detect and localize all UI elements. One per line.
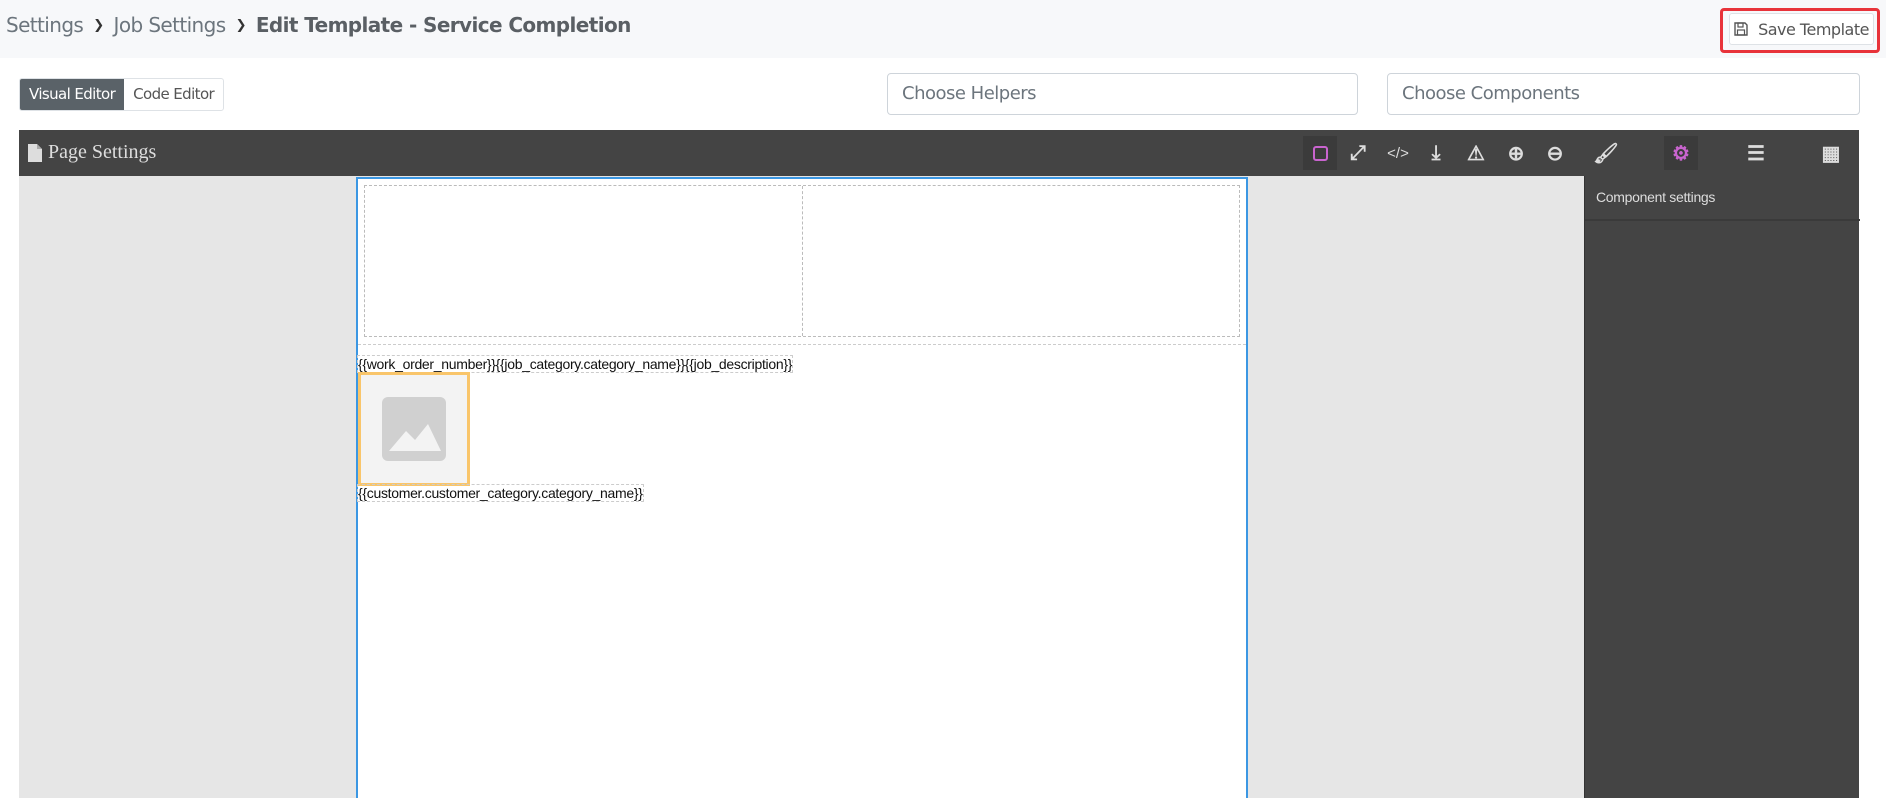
layers-icon[interactable]: ☰ [1739,136,1773,170]
settings-panel: Component settings [1584,176,1860,798]
image-icon [382,397,446,461]
gear-icon[interactable]: ⚙ [1664,136,1698,170]
zoom-out-icon[interactable]: ⊖ [1538,136,1572,170]
breadcrumb-job-settings[interactable]: Job Settings [114,13,227,37]
editor-mode-tabs: Visual Editor Code Editor [19,78,225,111]
chevron-right-icon: ❯ [93,17,104,33]
breadcrumb-settings[interactable]: Settings [6,13,84,37]
editor-toolbar [19,130,1859,176]
tab-code-editor[interactable]: Code Editor [124,79,223,110]
image-placeholder[interactable] [358,372,470,486]
divider [358,344,1246,345]
code-icon[interactable]: </> [1381,136,1415,170]
two-column-row[interactable] [364,185,1240,337]
file-icon [28,143,42,162]
column-cell[interactable] [365,186,803,336]
brush-icon[interactable]: 🖌 [1589,136,1623,170]
column-cell[interactable] [803,186,1240,336]
template-variables-text[interactable]: {{work_order_number}}{{job_category.cate… [356,355,794,373]
save-template-label: Save Template [1758,19,1869,39]
warning-icon[interactable]: ⚠ [1459,136,1493,170]
chevron-right-icon: ❯ [235,17,247,33]
breadcrumb: Settings ❯ Job Settings ❯ Edit Template - … [6,13,631,37]
choose-components-select[interactable]: Choose Components [1387,73,1860,115]
page-settings-label: Page Settings [48,141,157,163]
download-icon[interactable]: ⤓ [1419,136,1453,170]
page-settings[interactable]: Page Settings [28,141,156,164]
customer-category-text[interactable]: {{customer.customer_category.category_na… [357,484,644,502]
fullscreen-icon[interactable]: ⤢ [1341,136,1375,170]
component-settings-heading: Component settings [1585,176,1860,221]
floppy-disk-icon [1734,22,1748,36]
page-frame[interactable]: {{work_order_number}}{{job_category.cate… [356,177,1248,798]
zoom-in-icon[interactable]: ⊕ [1499,136,1533,170]
page-title: Edit Template - Service Completion [255,13,631,37]
choose-helpers-select[interactable]: Choose Helpers [887,73,1358,115]
save-template-button[interactable]: Save Template [1729,13,1874,45]
blocks-icon[interactable]: ▦ [1814,136,1848,170]
square-outline-icon[interactable] [1303,136,1337,170]
tab-visual-editor[interactable]: Visual Editor [20,79,125,110]
